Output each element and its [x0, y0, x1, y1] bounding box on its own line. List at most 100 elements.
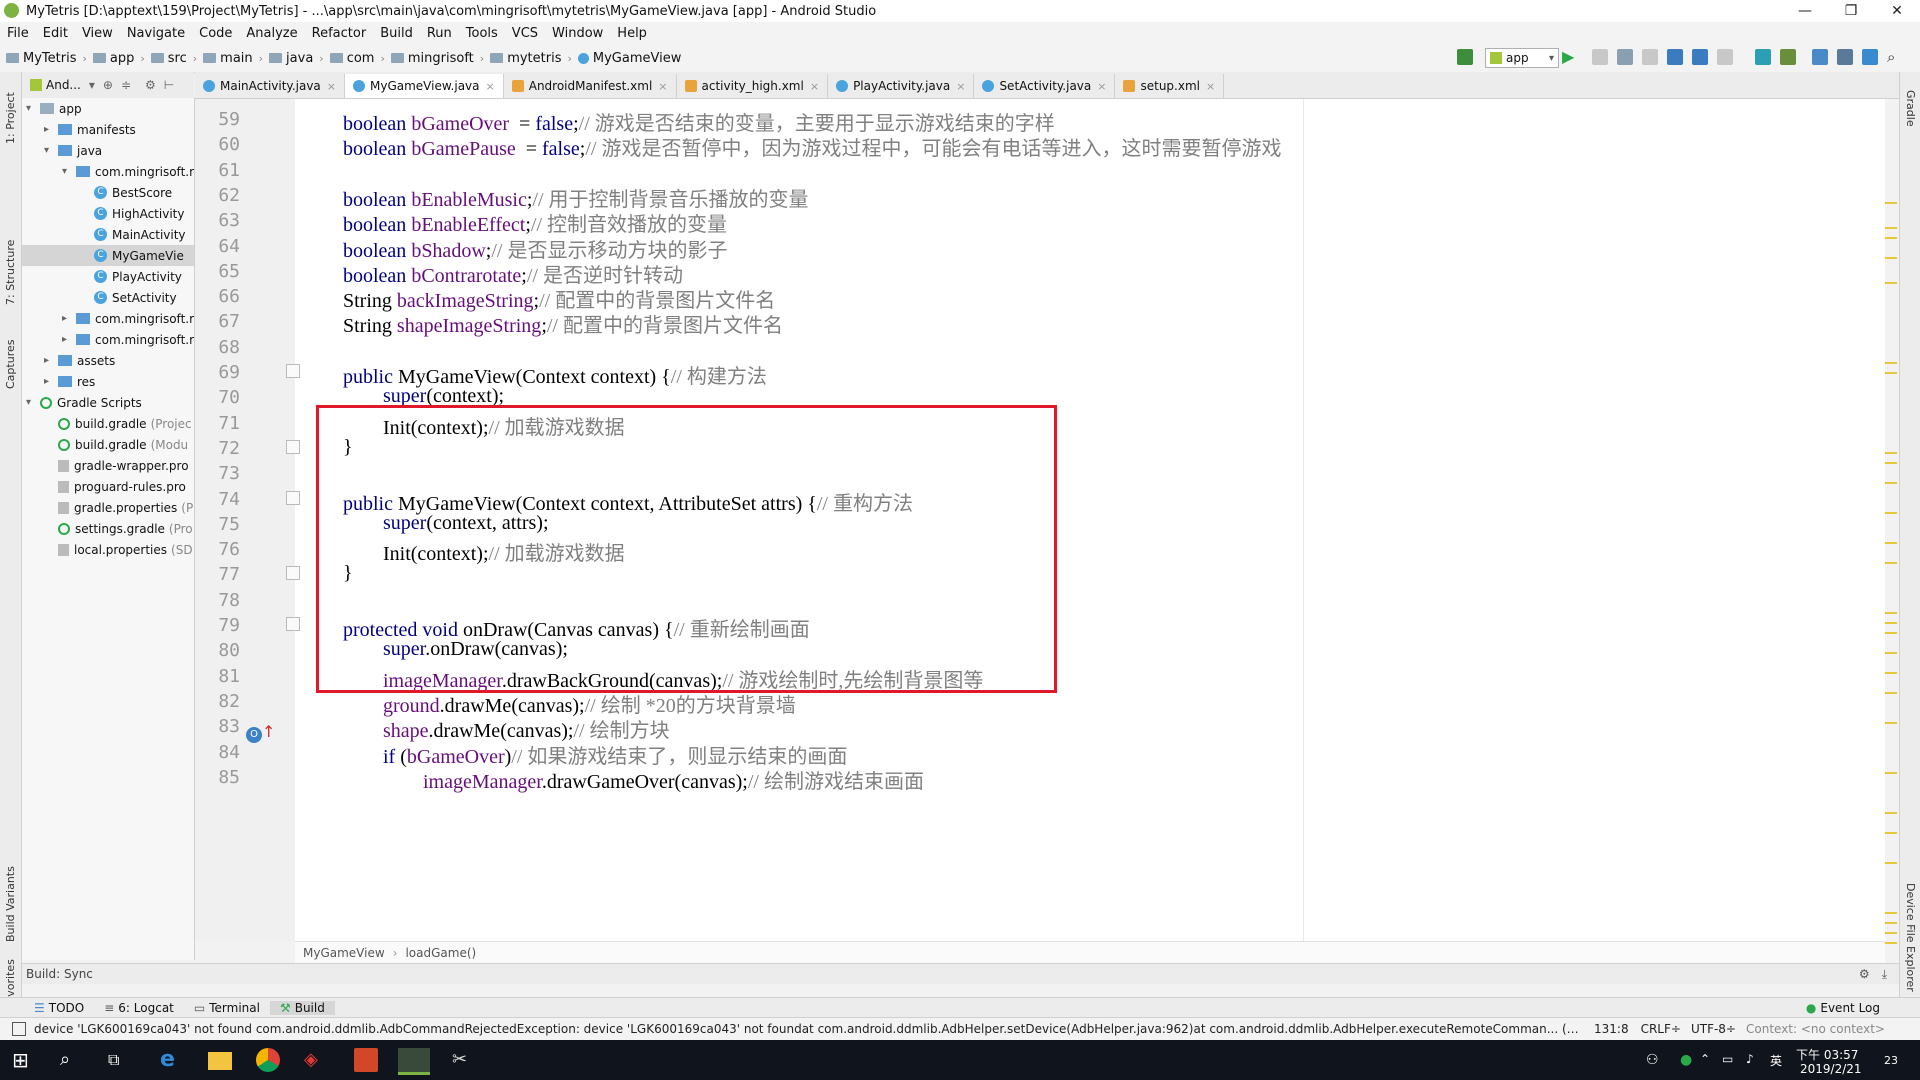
- project-structure-icon[interactable]: [1862, 49, 1878, 65]
- close-button[interactable]: ✕: [1874, 0, 1920, 22]
- tree-item[interactable]: C MainActivity: [80, 224, 186, 245]
- tray-app-icon[interactable]: ●: [1680, 1052, 1692, 1068]
- chevron-right-icon[interactable]: ▸: [62, 334, 72, 345]
- editor-tab[interactable]: MainActivity.java ×: [195, 74, 345, 98]
- chevron-right-icon[interactable]: ▸: [44, 376, 54, 387]
- windows-start-icon[interactable]: ⊞: [12, 1048, 36, 1072]
- ime-indicator[interactable]: 英: [1770, 1052, 1782, 1069]
- scroll-marker[interactable]: [1885, 482, 1897, 484]
- tool-tab-structure[interactable]: 7: Structure: [0, 232, 21, 312]
- close-icon[interactable]: ×: [810, 80, 819, 93]
- attach-debugger-icon[interactable]: [1692, 49, 1708, 65]
- menu-item-tools[interactable]: Tools: [459, 26, 505, 41]
- menu-item-code[interactable]: Code: [192, 26, 239, 41]
- menu-item-edit[interactable]: Edit: [36, 26, 75, 41]
- scroll-marker[interactable]: [1885, 632, 1897, 634]
- app-icon[interactable]: ◈: [304, 1048, 328, 1072]
- scroll-marker[interactable]: [1885, 452, 1897, 454]
- search-icon[interactable]: ⌕: [60, 1048, 84, 1072]
- scroll-marker[interactable]: [1885, 942, 1897, 944]
- editor-tab[interactable]: MyGameView.java ×: [345, 74, 504, 98]
- tree-item[interactable]: C BestScore: [80, 182, 172, 203]
- scroll-marker[interactable]: [1885, 202, 1897, 204]
- menu-item-run[interactable]: Run: [420, 26, 459, 41]
- search-icon[interactable]: ⌕: [1887, 49, 1903, 65]
- tree-item[interactable]: ▸ com.mingrisoft.r: [62, 329, 194, 350]
- fold-marker-icon[interactable]: [286, 566, 300, 581]
- clock-time[interactable]: 下午 03:57: [1796, 1046, 1858, 1063]
- sdk-manager-icon[interactable]: [1812, 49, 1828, 65]
- scroll-marker[interactable]: [1885, 672, 1897, 674]
- scroll-marker[interactable]: [1885, 462, 1897, 464]
- scroll-marker[interactable]: [1885, 512, 1897, 514]
- tool-window-terminal[interactable]: ▭ Terminal: [184, 1001, 270, 1015]
- menu-item-view[interactable]: View: [75, 26, 120, 41]
- close-icon[interactable]: ×: [658, 80, 667, 93]
- people-icon[interactable]: ⚇: [1646, 1052, 1659, 1068]
- breadcrumb-app[interactable]: app ›: [92, 51, 145, 66]
- tree-item[interactable]: ▸ assets: [44, 350, 115, 371]
- code-line[interactable]: String shapeImageString;// 配置中的背景图片文件名: [343, 309, 783, 338]
- scroll-marker[interactable]: [1885, 562, 1897, 564]
- menu-item-build[interactable]: Build: [373, 26, 420, 41]
- tree-item[interactable]: C MyGameVie: [22, 245, 194, 266]
- menu-item-refactor[interactable]: Refactor: [305, 26, 374, 41]
- code-line[interactable]: boolean bGamePause = false;// 游戏是否暂停中，因为…: [343, 132, 1281, 161]
- gear-icon[interactable]: ⚙: [145, 78, 156, 92]
- scroll-marker[interactable]: [1885, 912, 1897, 914]
- breadcrumb-mytetris[interactable]: MyTetris ›: [6, 51, 87, 66]
- scroll-marker[interactable]: [1885, 862, 1897, 864]
- minimize-button[interactable]: —: [1782, 0, 1828, 22]
- tree-item[interactable]: C SetActivity: [80, 287, 177, 308]
- profile-icon[interactable]: [1667, 49, 1683, 65]
- volume-icon[interactable]: ♪: [1746, 1052, 1754, 1066]
- scroll-marker[interactable]: [1885, 832, 1897, 834]
- tree-item[interactable]: build.gradle (Modu: [44, 434, 188, 455]
- close-icon[interactable]: ×: [486, 80, 495, 93]
- fold-marker-icon[interactable]: [286, 617, 300, 631]
- chevron-right-icon[interactable]: ▸: [62, 313, 72, 324]
- close-icon[interactable]: ×: [1206, 80, 1215, 93]
- tree-item[interactable]: settings.gradle (Pro: [44, 518, 193, 539]
- menu-item-analyze[interactable]: Analyze: [239, 26, 304, 41]
- scope-icon[interactable]: ⊕: [103, 78, 113, 92]
- breadcrumb-com[interactable]: com ›: [329, 51, 385, 66]
- tool-tab-device-file-explorer[interactable]: Device File Explorer: [1900, 862, 1920, 1012]
- chevron-down-icon[interactable]: ▾: [89, 78, 95, 92]
- scroll-marker[interactable]: [1885, 612, 1897, 614]
- tree-item[interactable]: ▾ com.mingrisoft.r: [62, 161, 194, 182]
- editor-tab[interactable]: activity_high.xml ×: [677, 74, 829, 98]
- snipping-tool-icon[interactable]: ✂: [452, 1048, 476, 1072]
- file-encoding[interactable]: UTF-8÷: [1691, 1022, 1736, 1036]
- menu-item-vcs[interactable]: VCS: [505, 26, 545, 41]
- status-message[interactable]: device 'LGK600169ca043' not found com.an…: [34, 1022, 1584, 1036]
- debug-icon[interactable]: [1617, 49, 1633, 65]
- notification-badge[interactable]: 23: [1884, 1054, 1898, 1067]
- clock-date[interactable]: 2019/2/21: [1800, 1062, 1862, 1076]
- run-config-select[interactable]: app ▾: [1485, 48, 1559, 68]
- breadcrumb-mingrisoft[interactable]: mingrisoft ›: [390, 51, 484, 66]
- code-line[interactable]: imageManager.drawGameOver(canvas);// 绘制游…: [423, 765, 924, 794]
- fold-marker-icon[interactable]: [286, 439, 300, 454]
- chevron-down-icon[interactable]: ▾: [44, 145, 54, 156]
- tool-tab-captures[interactable]: Captures: [0, 334, 21, 394]
- caret-position[interactable]: 131:8: [1594, 1022, 1629, 1036]
- tree-item[interactable]: ▾ app: [26, 98, 82, 119]
- menu-item-navigate[interactable]: Navigate: [120, 26, 192, 41]
- chevron-right-icon[interactable]: ▸: [44, 355, 54, 366]
- edge-icon[interactable]: e: [160, 1048, 184, 1072]
- chevron-right-icon[interactable]: ▸: [44, 124, 54, 135]
- menu-item-window[interactable]: Window: [545, 26, 610, 41]
- android-studio-taskbar-icon[interactable]: [398, 1048, 430, 1075]
- avd-manager-icon[interactable]: [1780, 49, 1796, 65]
- close-icon[interactable]: ×: [327, 80, 336, 93]
- chrome-icon[interactable]: [256, 1048, 280, 1072]
- coverage-icon[interactable]: [1642, 49, 1658, 65]
- breadcrumb-mytetris[interactable]: mytetris ›: [490, 51, 572, 66]
- chevron-down-icon[interactable]: ▾: [62, 166, 72, 177]
- tree-item[interactable]: ▸ res: [44, 371, 95, 392]
- chevron-down-icon[interactable]: ▾: [26, 103, 36, 114]
- tree-item[interactable]: local.properties (SD: [44, 539, 193, 560]
- editor-tab[interactable]: setup.xml ×: [1115, 74, 1225, 98]
- breadcrumb-main[interactable]: main ›: [203, 51, 263, 66]
